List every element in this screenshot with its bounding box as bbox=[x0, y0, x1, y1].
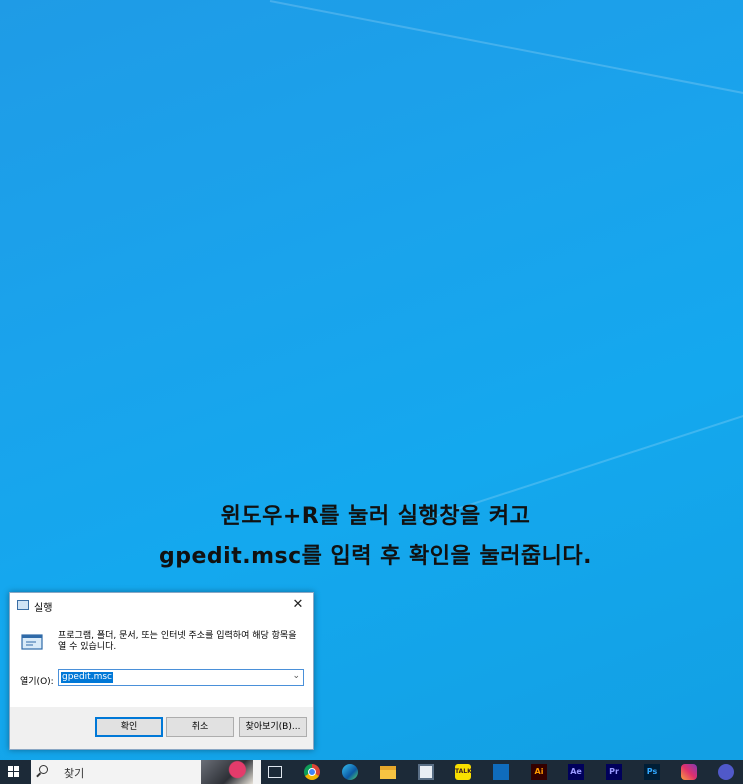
chrome-icon[interactable] bbox=[304, 764, 320, 780]
desktop-background: 윈도우+R를 눌러 실행창을 켜고 gpedit.msc를 입력 후 확인을 눌… bbox=[0, 0, 743, 760]
open-label: 열기(O): bbox=[20, 677, 54, 687]
kakaotalk-icon[interactable]: TALK bbox=[455, 764, 472, 780]
store-icon[interactable] bbox=[418, 764, 434, 780]
run-dialog: 실행 ✕ 프로그램, 폴더, 문서, 또는 인터넷 주소를 입력하여 해당 항목… bbox=[9, 592, 314, 750]
photoshop-icon[interactable]: Ps bbox=[644, 764, 660, 780]
task-view-icon[interactable] bbox=[268, 766, 282, 778]
dialog-title: 실행 bbox=[34, 603, 53, 614]
run-app-icon bbox=[17, 600, 29, 610]
dialog-titlebar[interactable]: 실행 ✕ bbox=[10, 593, 313, 619]
browse-button[interactable]: 찾아보기(B)... bbox=[239, 717, 307, 737]
chevron-down-icon[interactable]: ⌄ bbox=[292, 671, 300, 681]
cancel-button[interactable]: 취소 bbox=[166, 717, 234, 737]
wallpaper-light-streak bbox=[269, 0, 743, 102]
open-input-value[interactable]: gpedit.msc bbox=[61, 672, 113, 683]
search-placeholder: 찾기 bbox=[64, 767, 85, 780]
windows-start-icon[interactable] bbox=[8, 766, 20, 778]
search-highlight-image bbox=[201, 760, 253, 784]
after-effects-icon[interactable]: Ae bbox=[568, 764, 584, 780]
instagram-icon[interactable] bbox=[681, 764, 697, 780]
file-explorer-icon[interactable] bbox=[380, 766, 396, 779]
taskbar: 찾기 TALK Ai Ae Pr Ps bbox=[0, 760, 743, 784]
illustrator-icon[interactable]: Ai bbox=[531, 764, 547, 780]
taskbar-search-box[interactable]: 찾기 bbox=[31, 760, 261, 784]
close-button[interactable]: ✕ bbox=[289, 596, 307, 614]
edge-icon[interactable] bbox=[342, 764, 358, 780]
teams-icon[interactable] bbox=[718, 764, 734, 780]
dialog-description: 프로그램, 폴더, 문서, 또는 인터넷 주소를 입력하여 해당 항목을 열 수… bbox=[58, 631, 297, 652]
run-program-icon bbox=[21, 634, 43, 650]
caption-line-2: gpedit.msc를 입력 후 확인을 눌러줍니다. bbox=[158, 544, 592, 569]
ok-button[interactable]: 확인 bbox=[95, 717, 163, 737]
dialog-body: 프로그램, 폴더, 문서, 또는 인터넷 주소를 입력하여 해당 항목을 열 수… bbox=[10, 619, 313, 707]
premiere-icon[interactable]: Pr bbox=[606, 764, 622, 780]
open-combobox[interactable]: gpedit.msc ⌄ bbox=[58, 669, 304, 686]
caption-line-1: 윈도우+R를 눌러 실행창을 켜고 bbox=[220, 504, 531, 529]
mail-icon[interactable] bbox=[493, 764, 509, 780]
search-icon bbox=[39, 765, 48, 774]
